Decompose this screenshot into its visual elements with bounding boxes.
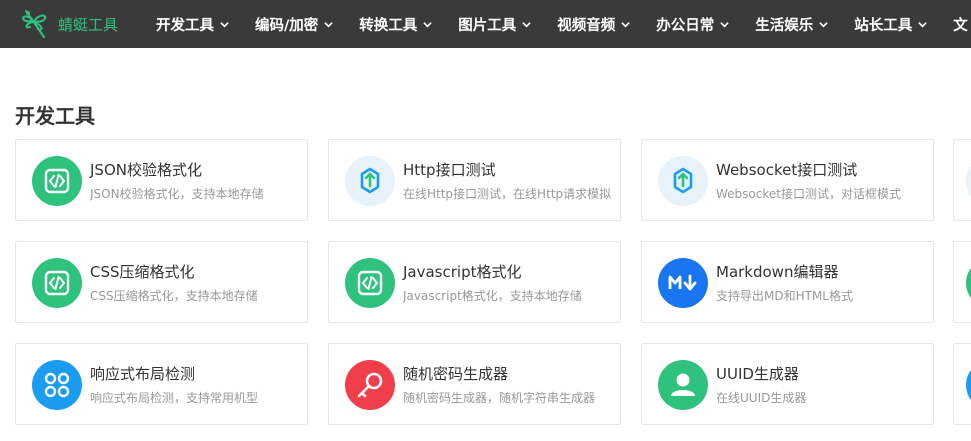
tool-title: JSON校验格式化 [90,161,202,179]
nav-label: 办公日常 [656,17,715,34]
brand-logo[interactable]: 蜻蜓工具 [18,0,118,48]
tool-title: CSS压缩格式化 [90,263,195,281]
api-icon [345,156,395,206]
section-title: 开发工具 [15,104,95,128]
chevron-down-icon [720,21,729,27]
tool-desc: 支持导出MD和HTML格式 [716,289,853,303]
tool-title: Http接口测试 [403,161,496,179]
main-nav: 开发工具 编码/加密 转换工具 图片工具 视频音频 办公日常 生活娱乐 站长工具… [156,0,971,48]
code-icon [345,258,395,308]
layout-icon [966,360,971,410]
nav-convert[interactable]: 转换工具 [359,14,432,35]
dragonfly-icon [22,10,47,38]
tool-title: UUID生成器 [716,365,799,383]
nav-text[interactable]: 文 [953,14,968,35]
tool-desc: Javascript格式化，支持本地存储 [403,289,582,303]
code-icon [32,156,82,206]
tool-desc: Websocket接口测试，对话框模式 [716,187,901,201]
chevron-down-icon [621,21,630,27]
brand-name: 蜻蜓工具 [58,15,119,34]
tool-card-javascript[interactable]: Javascript格式化 Javascript格式化，支持本地存储 [328,241,621,323]
nav-dev-tools[interactable]: 开发工具 [156,14,229,35]
chevron-down-icon [819,21,828,27]
nav-encoding[interactable]: 编码/加密 [255,14,333,35]
key-icon [345,360,395,410]
chevron-down-icon [423,21,432,27]
nav-webmaster[interactable]: 站长工具 [854,14,927,35]
tool-card-json[interactable]: JSON校验格式化 JSON校验格式化，支持本地存储 [15,139,308,221]
tool-desc: 在线Http接口测试，在线Http请求模拟 [403,187,612,201]
nav-office[interactable]: 办公日常 [656,14,729,35]
nav-label: 图片工具 [458,17,517,34]
tool-desc: JSON校验格式化，支持本地存储 [90,187,264,201]
top-navbar: 蜻蜓工具 开发工具 编码/加密 转换工具 图片工具 视频音频 办公日常 生活娱乐… [0,0,971,48]
tool-title: 响应式布局检测 [90,365,196,383]
api-icon [966,156,971,206]
tool-card-password[interactable]: 随机密码生成器 随机密码生成器，随机字符串生成器 [328,343,621,425]
tool-title: Javascript格式化 [403,263,522,281]
markdown-icon [658,258,708,308]
chevron-down-icon [324,21,333,27]
tool-card-partial[interactable] [953,343,971,425]
chevron-down-icon [918,21,927,27]
code-icon [32,258,82,308]
nav-label: 编码/加密 [255,17,319,34]
chevron-down-icon [522,21,531,27]
nav-label: 文 [953,17,968,34]
nav-label: 转换工具 [359,17,418,34]
nav-label: 视频音频 [557,17,616,34]
code-icon [966,258,971,308]
chevron-down-icon [220,21,229,27]
tool-desc: 随机密码生成器，随机字符串生成器 [403,391,596,405]
tool-desc: 在线UUID生成器 [716,391,807,405]
nav-label: 生活娱乐 [755,17,814,34]
nav-label: 站长工具 [854,17,913,34]
tool-card-responsive[interactable]: 响应式布局检测 响应式布局检测，支持常用机型 [15,343,308,425]
tool-title: 随机密码生成器 [403,365,509,383]
tool-card-markdown[interactable]: Markdown编辑器 支持导出MD和HTML格式 [641,241,934,323]
tool-card-partial[interactable] [953,139,971,221]
tool-card-uuid[interactable]: UUID生成器 在线UUID生成器 [641,343,934,425]
tool-desc: CSS压缩格式化，支持本地存储 [90,289,258,303]
tool-card-css[interactable]: CSS压缩格式化 CSS压缩格式化，支持本地存储 [15,241,308,323]
nav-image[interactable]: 图片工具 [458,14,531,35]
api-icon [658,156,708,206]
tool-card-partial[interactable] [953,241,971,323]
nav-life[interactable]: 生活娱乐 [755,14,828,35]
tool-card-http[interactable]: Http接口测试 在线Http接口测试，在线Http请求模拟 [328,139,621,221]
nav-media[interactable]: 视频音频 [557,14,630,35]
tool-title: Websocket接口测试 [716,161,858,179]
layout-icon [32,360,82,410]
tool-card-websocket[interactable]: Websocket接口测试 Websocket接口测试，对话框模式 [641,139,934,221]
tool-title: Markdown编辑器 [716,263,839,281]
nav-label: 开发工具 [156,17,214,34]
tool-desc: 响应式布局检测，支持常用机型 [90,391,259,405]
user-icon [658,360,708,410]
